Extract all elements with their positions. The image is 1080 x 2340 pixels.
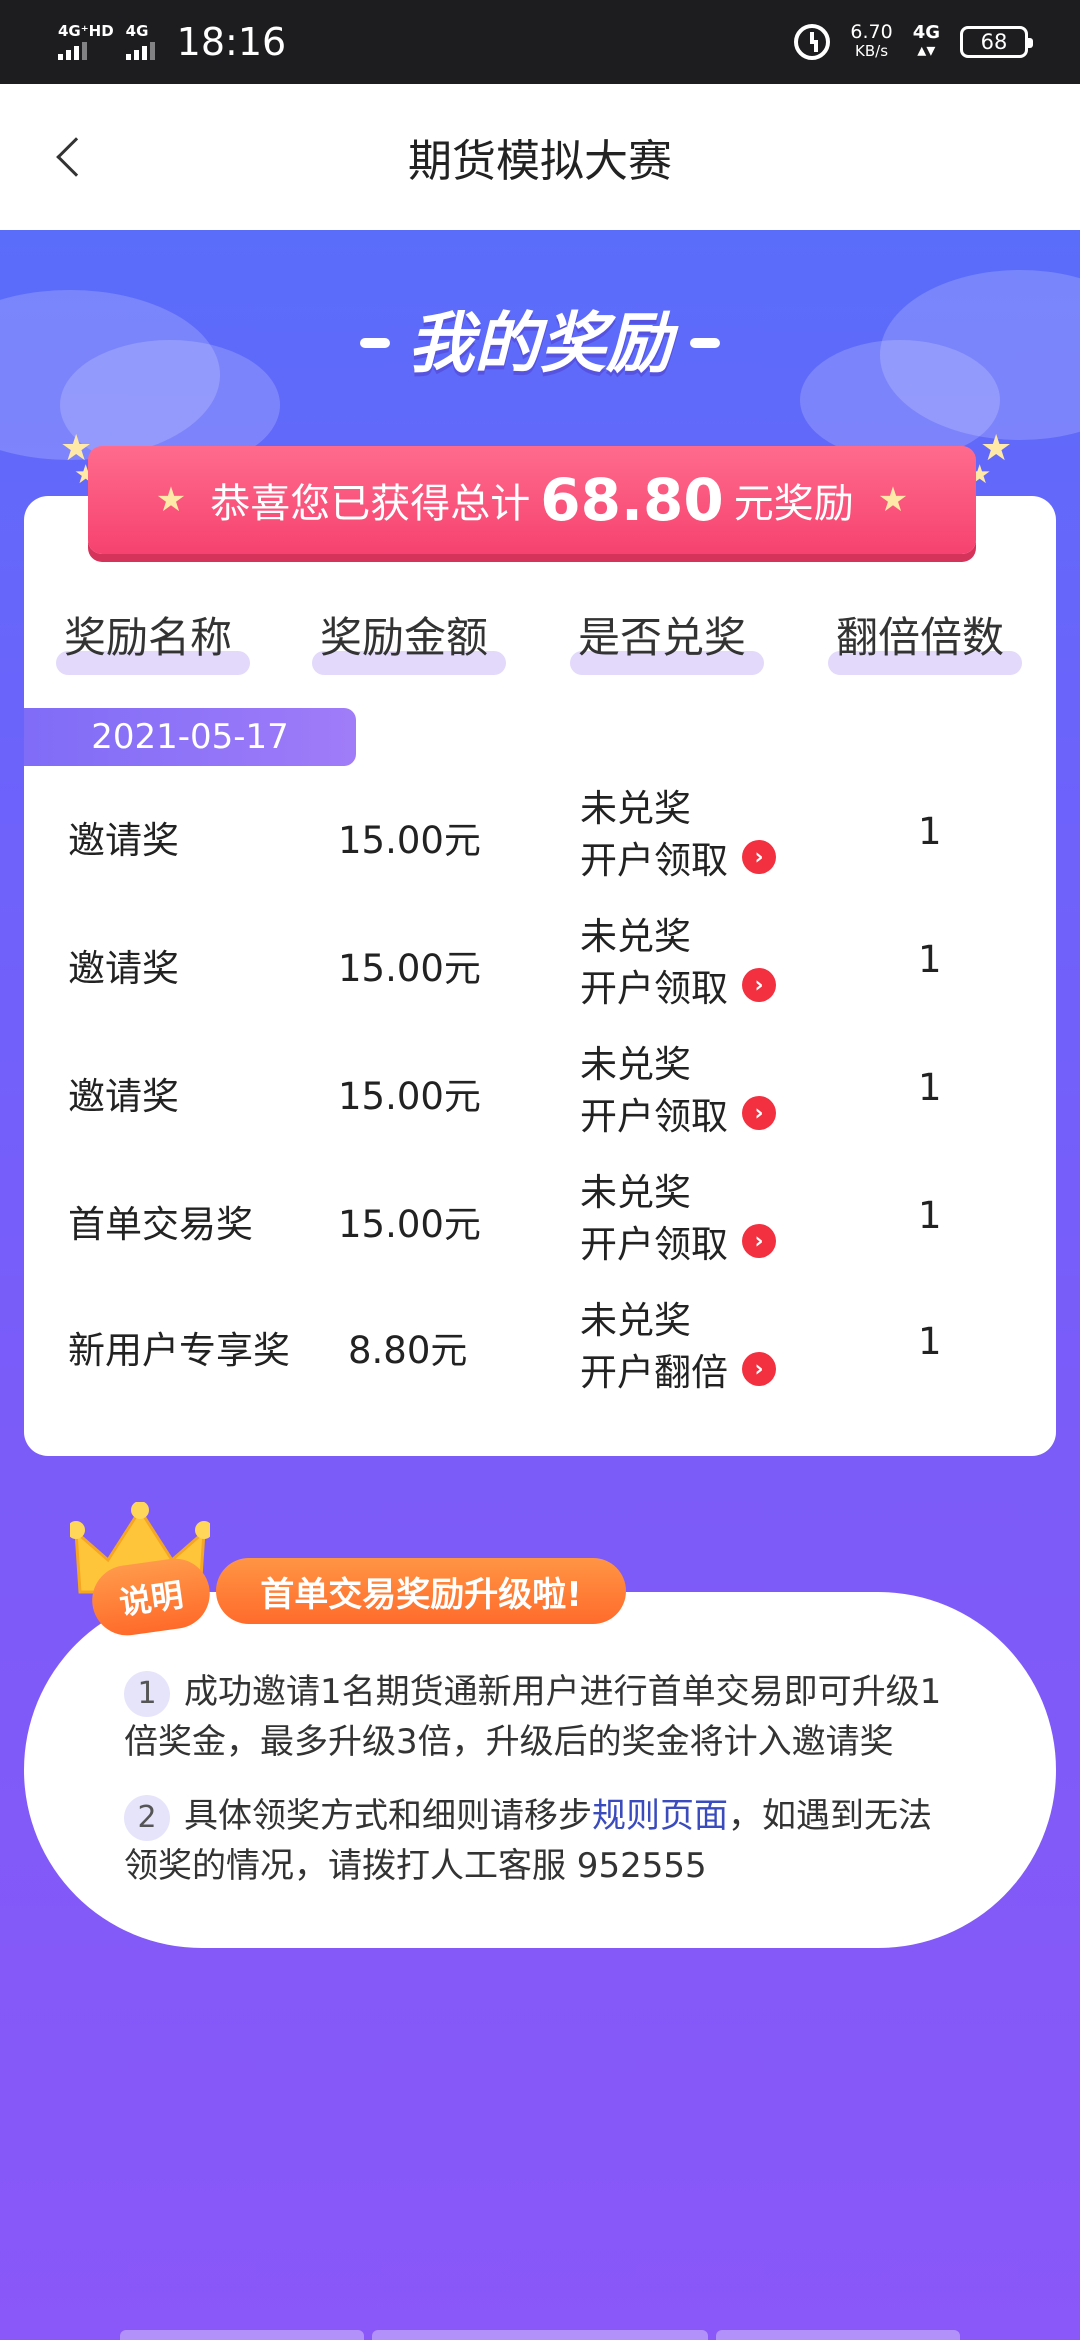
reward-name: 新用户专享奖	[68, 1329, 290, 1372]
action-label: 开户领取	[580, 839, 728, 882]
reward-multiplier: 1	[918, 810, 942, 853]
reward-amount: 15.00元	[338, 947, 481, 990]
column-header-name: 奖励名称	[56, 604, 250, 675]
reward-multiplier: 1	[918, 1066, 942, 1109]
reward-amount: 8.80元	[348, 1329, 468, 1372]
note-item-1-cont: 倍奖金，最多升级3倍，升级后的奖金将计入邀请奖	[124, 1722, 894, 1762]
star-icon: ★	[877, 480, 909, 520]
data-network-icon: 4G ▴▾	[912, 22, 940, 61]
action-label: 开户领取	[580, 967, 728, 1010]
rewards-heading: 我的奖励	[408, 305, 672, 382]
reward-multiplier: 1	[918, 1320, 942, 1363]
note-number: 2	[124, 1794, 170, 1841]
bottom-tab-stub[interactable]	[120, 2330, 364, 2340]
note-number: 1	[124, 1670, 170, 1717]
bottom-tab-stub[interactable]	[716, 2330, 960, 2340]
notes-card	[24, 1592, 1056, 1948]
total-reward-lead: 恭喜您已获得总计	[210, 481, 531, 527]
reward-name: 邀请奖	[68, 819, 179, 862]
total-reward-amount: 68.80	[540, 466, 724, 534]
heading-dash-right	[690, 338, 720, 348]
reward-status: 未兑奖	[580, 1299, 691, 1342]
open-account-claim-link[interactable]: 开户领取 ›	[580, 1214, 776, 1268]
bottom-tab-stub[interactable]	[372, 2330, 708, 2340]
reward-multiplier: 1	[918, 1194, 942, 1237]
chevron-right-icon: ›	[742, 1096, 776, 1130]
action-label: 开户领取	[580, 1095, 728, 1138]
sim2-label: 4G	[125, 22, 149, 40]
action-label: 开户翻倍	[580, 1351, 728, 1394]
battery-icon: 68	[960, 26, 1033, 58]
note-text: 具体领奖方式和细则请移步	[184, 1796, 592, 1836]
reward-status: 未兑奖	[580, 1043, 691, 1086]
chevron-right-icon: ›	[742, 1224, 776, 1258]
chevron-left-icon	[56, 137, 96, 177]
note-text: ，如遇到无法	[728, 1796, 932, 1836]
star-icon: ★	[155, 480, 187, 520]
status-right: 6.70 KB/s 4G ▴▾ 68	[794, 22, 1033, 61]
sim1-label: 4G⁺HD	[58, 22, 114, 40]
note-item-1: 1 成功邀请1名期货通新用户进行首单交易即可升级1	[124, 1666, 964, 1718]
total-reward-suffix: 元奖励	[733, 481, 854, 527]
reward-status: 未兑奖	[580, 787, 691, 830]
reward-multiplier: 1	[918, 938, 942, 981]
upgrade-headline: 首单交易奖励升级啦!	[216, 1558, 626, 1624]
reward-name: 邀请奖	[68, 947, 179, 990]
reward-amount: 15.00元	[338, 1075, 481, 1118]
speed-value: 6.70	[850, 21, 893, 43]
nav-bar: 期货模拟大赛	[0, 84, 1080, 230]
column-header-multiplier: 翻倍倍数	[828, 604, 1022, 675]
sim1-signal-icon: 4G⁺HD	[58, 24, 114, 60]
note-item-2: 2 具体领奖方式和细则请移步规则页面，如遇到无法	[124, 1790, 964, 1842]
speed-unit: KB/s	[855, 42, 889, 60]
rules-page-link[interactable]: 规则页面	[592, 1796, 728, 1836]
chevron-right-icon: ›	[742, 840, 776, 874]
open-account-claim-link[interactable]: 开户领取 ›	[580, 830, 776, 884]
reward-name: 邀请奖	[68, 1075, 179, 1118]
column-header-redeemed: 是否兑奖	[570, 604, 764, 675]
status-left: 4G⁺HD 4G 18:16	[58, 20, 286, 64]
alarm-icon	[794, 24, 831, 60]
page-title: 期货模拟大赛	[408, 136, 672, 187]
chevron-right-icon: ›	[742, 968, 776, 1002]
reward-name: 首单交易奖	[68, 1203, 253, 1246]
reward-amount: 15.00元	[338, 1203, 481, 1246]
note-item-2-cont: 领奖的情况，请拨打人工客服 952555	[124, 1846, 707, 1886]
column-header-amount: 奖励金额	[312, 604, 506, 675]
network-speed: 6.70 KB/s	[850, 23, 892, 61]
sim2-signal-icon: 4G	[125, 22, 155, 60]
reward-status: 未兑奖	[580, 1171, 691, 1214]
date-group-label: 2021-05-17	[24, 708, 356, 766]
total-reward-banner: ★ 恭喜您已获得总计 68.80 元奖励 ★	[88, 446, 976, 554]
status-time: 18:16	[176, 20, 287, 64]
open-account-claim-link[interactable]: 开户领取 ›	[580, 958, 776, 1012]
back-button[interactable]	[40, 124, 100, 190]
network-label: 4G	[912, 22, 940, 43]
chevron-right-icon: ›	[742, 1352, 776, 1386]
action-label: 开户领取	[580, 1223, 728, 1266]
reward-status: 未兑奖	[580, 915, 691, 958]
note-text: 成功邀请1名期货通新用户进行首单交易即可升级1	[184, 1672, 942, 1712]
battery-level: 68	[980, 30, 1008, 54]
reward-amount: 15.00元	[338, 819, 481, 862]
status-bar: 4G⁺HD 4G 18:16 6.70 KB/s 4G ▴▾ 68	[0, 0, 1080, 84]
open-account-claim-link[interactable]: 开户领取 ›	[580, 1086, 776, 1140]
open-account-double-link[interactable]: 开户翻倍 ›	[580, 1342, 776, 1396]
